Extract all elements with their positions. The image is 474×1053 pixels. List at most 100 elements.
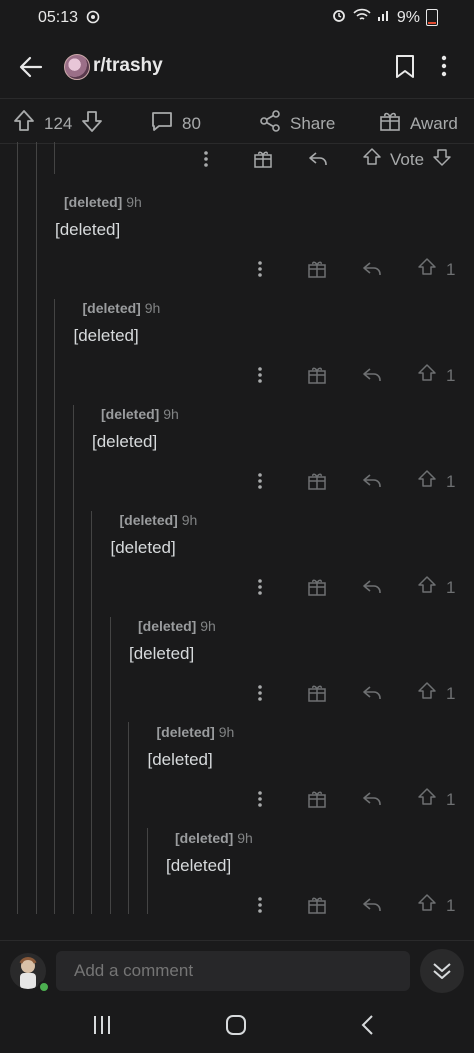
comment-body: [deleted] (166, 856, 232, 875)
comment-score: 1 (446, 365, 456, 385)
comment-author[interactable]: [deleted] (101, 406, 159, 422)
back-nav-icon[interactable] (360, 1014, 376, 1041)
comment-score: 1 (446, 789, 456, 809)
gift-icon[interactable] (307, 365, 327, 390)
comment-age: 9h (144, 300, 161, 316)
system-nav-bar (0, 1000, 474, 1053)
online-indicator (38, 981, 50, 993)
arrow-up-icon[interactable] (417, 893, 437, 918)
compose-bar (0, 940, 474, 1001)
comment-meta: [deleted] 9h (64, 194, 142, 210)
comment-age: 9h (126, 194, 142, 210)
collapse-thread-button[interactable] (420, 949, 464, 993)
comment-input[interactable] (56, 951, 410, 991)
reply-icon[interactable] (308, 149, 328, 174)
reply-icon[interactable] (362, 895, 382, 920)
arrow-down-icon[interactable] (432, 147, 452, 172)
gift-icon[interactable] (307, 895, 327, 920)
vote-group: 124 (12, 109, 104, 138)
comment-author[interactable]: [deleted] (64, 194, 122, 210)
comment-author[interactable]: [deleted] (157, 724, 215, 740)
chevrons-down-icon (430, 959, 454, 988)
status-time: 05:13 (38, 9, 79, 26)
comment-actions: 1 (0, 469, 474, 499)
comment-meta: [deleted] 9h (138, 618, 216, 634)
gift-icon[interactable] (307, 259, 327, 284)
comment-actions: 1 (0, 787, 474, 817)
reply-icon[interactable] (362, 365, 382, 390)
comment-meta: [deleted] 9h (120, 512, 198, 528)
arrow-up-icon[interactable] (417, 787, 437, 812)
more-vertical-icon[interactable] (256, 683, 264, 708)
more-vertical-icon[interactable] (202, 149, 210, 174)
comment-author[interactable]: [deleted] (138, 618, 196, 634)
signal-icon (377, 8, 391, 27)
share-button[interactable]: Share (258, 109, 335, 138)
comment-score: 1 (446, 471, 456, 491)
vote-control: 1 (417, 257, 455, 282)
comments-button[interactable]: 80 (150, 109, 201, 138)
home-icon[interactable] (225, 1014, 247, 1041)
vote-control: 1 (417, 363, 455, 388)
subreddit-avatar[interactable] (64, 54, 90, 80)
comment-author[interactable]: [deleted] (175, 830, 233, 846)
alarm-icon (331, 7, 347, 28)
vote-control: 1 (417, 469, 455, 494)
reply-icon[interactable] (362, 577, 382, 602)
comment-score: 1 (446, 895, 456, 915)
comment-age: 9h (237, 830, 253, 846)
award-button[interactable]: Award (378, 109, 458, 138)
comment-author[interactable]: [deleted] (120, 512, 178, 528)
more-vertical-icon[interactable] (256, 471, 264, 496)
bookmark-icon[interactable] (394, 54, 416, 85)
comment-score: 1 (446, 683, 456, 703)
sync-icon (86, 10, 100, 29)
arrow-up-icon[interactable] (417, 363, 437, 388)
gift-icon[interactable] (307, 789, 327, 814)
recent-apps-icon[interactable] (92, 1014, 112, 1041)
thread-line (110, 617, 111, 914)
reply-icon[interactable] (362, 789, 382, 814)
more-vertical-icon[interactable] (256, 365, 264, 390)
more-vertical-icon[interactable] (256, 577, 264, 602)
arrow-left-icon[interactable] (18, 54, 44, 85)
wifi-icon (353, 8, 371, 27)
comment-age: 9h (163, 406, 179, 422)
vote-control: 1 (417, 787, 455, 812)
arrow-down-icon[interactable] (80, 109, 104, 138)
arrow-up-icon[interactable] (417, 575, 437, 600)
reply-icon[interactable] (362, 683, 382, 708)
more-vertical-icon[interactable] (256, 895, 264, 920)
reply-icon[interactable] (362, 259, 382, 284)
comment-score: 1 (446, 577, 456, 597)
gift-icon[interactable] (253, 149, 273, 174)
more-vertical-icon[interactable] (440, 54, 448, 83)
arrow-up-icon[interactable] (362, 147, 382, 172)
comment-body: [deleted] (147, 750, 213, 769)
reply-icon[interactable] (362, 471, 382, 496)
comment-body: [deleted] (73, 326, 139, 345)
comment-age: 9h (218, 724, 235, 740)
gift-icon[interactable] (307, 683, 327, 708)
arrow-up-icon[interactable] (417, 469, 437, 494)
comment-body: [deleted] (129, 644, 195, 663)
comment-actions: 1 (0, 575, 474, 605)
gift-icon[interactable] (307, 577, 327, 602)
comment-author[interactable]: [deleted] (83, 300, 141, 316)
share-label: Share (290, 113, 336, 133)
comment-meta: [deleted] 9h (101, 406, 179, 422)
post-action-bar: 124 80 Share Award (0, 98, 474, 144)
comment-icon (150, 109, 174, 138)
arrow-up-icon[interactable] (417, 681, 437, 706)
comment-meta: [deleted] 9h (83, 300, 161, 316)
more-vertical-icon[interactable] (256, 789, 264, 814)
arrow-up-icon[interactable] (12, 109, 36, 138)
subreddit-name[interactable]: r/trashy (93, 55, 163, 77)
comment-meta: [deleted] 9h (175, 830, 253, 846)
comment-body: [deleted] (92, 432, 158, 451)
arrow-up-icon[interactable] (417, 257, 437, 282)
comment-actions: 1 (0, 363, 474, 393)
comment-score: 1 (446, 259, 456, 279)
gift-icon[interactable] (307, 471, 327, 496)
more-vertical-icon[interactable] (256, 259, 264, 284)
